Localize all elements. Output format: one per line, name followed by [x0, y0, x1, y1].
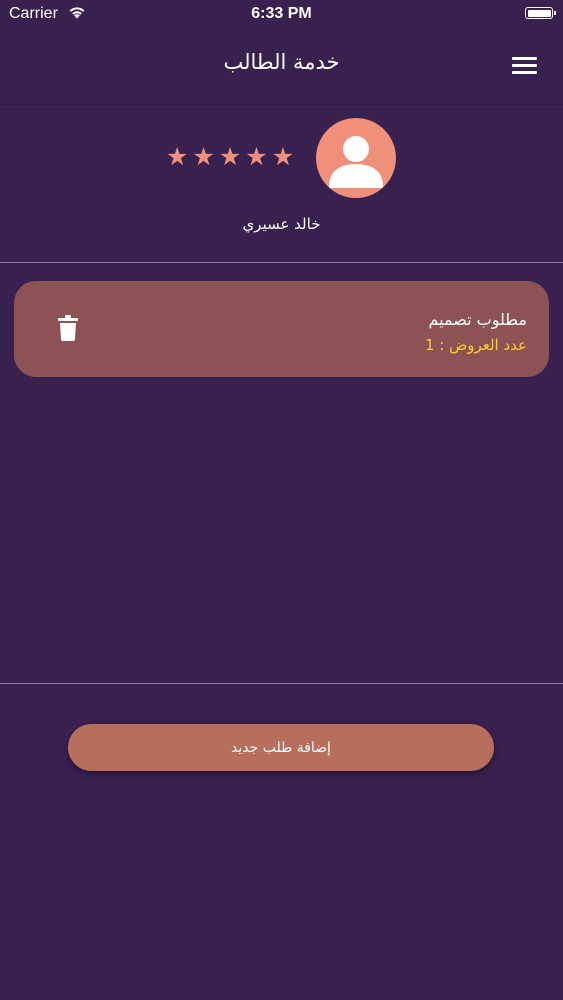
- star-icon: ★: [166, 142, 189, 171]
- user-name: خالد عسيري: [242, 215, 321, 233]
- star-icon: ★: [218, 142, 242, 171]
- trash-icon[interactable]: [58, 315, 78, 341]
- star-rating: ★ ★ ★ ★ ★: [166, 143, 294, 171]
- nav-bar: خدمة الطالب: [0, 30, 563, 105]
- divider: [0, 683, 563, 684]
- battery-icon: [525, 7, 556, 19]
- request-card[interactable]: مطلوب تصميم عدد العروض : 1: [14, 281, 549, 377]
- status-bar: Carrier 6:33 PM: [0, 0, 563, 30]
- offers-count: عدد العروض : 1: [424, 336, 527, 354]
- star-icon: ★: [192, 142, 215, 171]
- request-title: مطلوب تصميم: [428, 310, 527, 329]
- add-request-button[interactable]: إضافة طلب جديد: [68, 724, 494, 771]
- page-title: خدمة الطالب: [223, 50, 340, 74]
- star-icon: ★: [271, 142, 295, 171]
- star-icon: ★: [245, 142, 268, 171]
- clock: 6:33 PM: [251, 5, 312, 22]
- profile-section: ★ ★ ★ ★ ★ خالد عسيري: [0, 105, 563, 263]
- hamburger-menu-icon[interactable]: [512, 57, 537, 75]
- person-icon: [329, 136, 383, 188]
- avatar: [316, 118, 396, 198]
